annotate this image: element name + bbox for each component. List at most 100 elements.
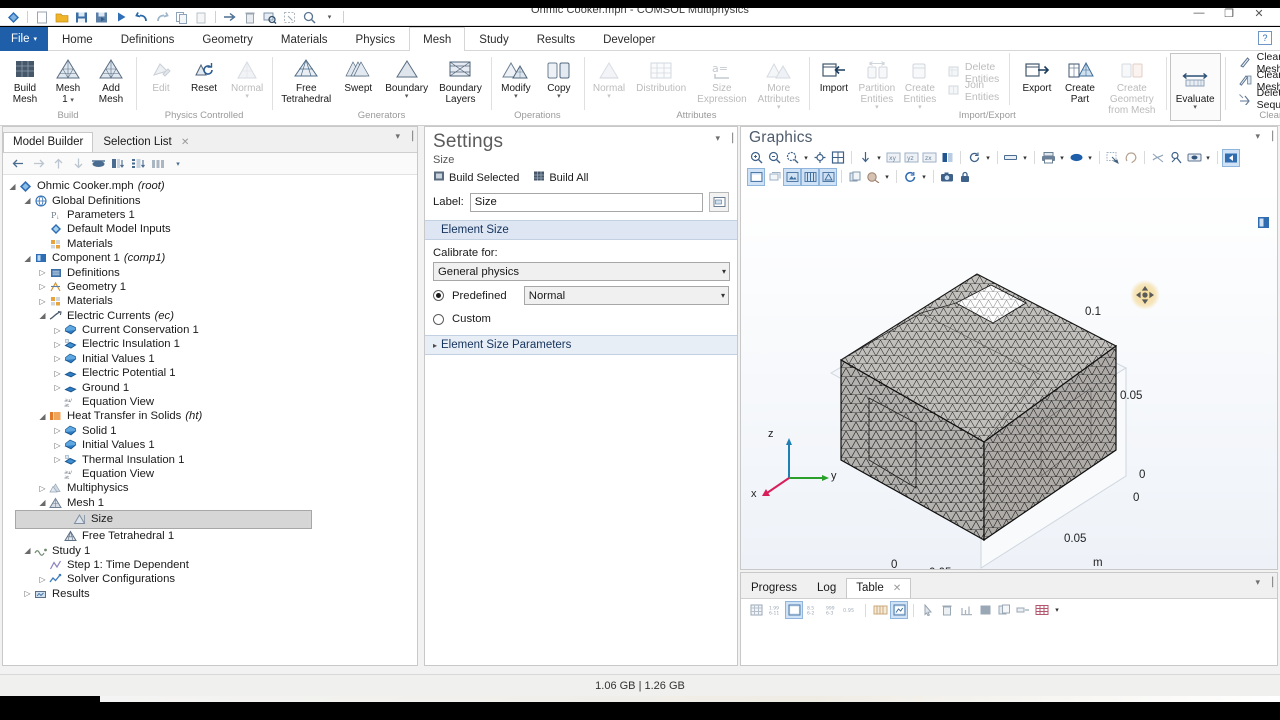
node-options-icon[interactable] [149,155,167,173]
tree-node[interactable]: ▷ Solid 1 [7,424,417,438]
view-unhidden-icon[interactable] [1167,149,1185,167]
table-columns-icon[interactable] [871,601,889,619]
tree-node[interactable]: ◢ Electric Currents (ec) [7,309,417,323]
close-icon[interactable]: ✕ [893,583,901,594]
twisty-closed-icon[interactable]: ▷ [52,369,63,378]
boundary-layers-button[interactable]: Boundary Layers [434,53,487,105]
color-legend-icon[interactable] [1067,149,1085,167]
copy-mesh-caret-icon[interactable]: ▾ [557,93,561,100]
tab-study[interactable]: Study [465,27,522,51]
copy-mesh-button[interactable]: Copy ▾ [538,53,580,100]
open-icon[interactable] [52,9,71,26]
scene-light-caret-icon[interactable]: ▾ [1020,149,1030,167]
tab-materials[interactable]: Materials [267,27,342,51]
evaluate-button[interactable]: Evaluate ▾ [1169,53,1221,121]
tree-node[interactable]: Free Tetrahedral 1 [7,529,417,543]
pin-icon[interactable]: ▕ [406,131,413,142]
tree-node[interactable]: ◢ Component 1 (comp1) [7,251,417,265]
twisty-closed-icon[interactable]: ▷ [52,326,63,335]
print-icon[interactable] [1039,149,1057,167]
table-exponent-icon[interactable]: 1.99 6-11 [766,601,784,619]
twisty-closed-icon[interactable]: ▷ [37,268,48,277]
tree-node[interactable]: ◢ Global Definitions [7,193,417,207]
transparency-icon[interactable] [1185,149,1203,167]
boundary-button[interactable]: Boundary ▾ [380,53,433,100]
predefined-select[interactable]: Normal ▾ [523,286,729,305]
go-to-default-view-icon[interactable] [856,149,874,167]
twisty-closed-icon[interactable]: ▷ [37,575,48,584]
tree-node[interactable]: Pi Parameters 1 [7,208,417,222]
tab-home[interactable]: Home [48,27,107,51]
color-legend-caret-icon[interactable]: ▾ [1085,149,1095,167]
tree-node[interactable]: ◢ Ohmic Cooker.mph (root) [7,179,417,193]
twisty-closed-icon[interactable]: ▷ [52,441,63,450]
twisty-closed-icon[interactable]: ▷ [37,484,48,493]
custom-radio[interactable] [433,313,444,325]
tree-node[interactable]: ◢ Study 1 [7,543,417,557]
tree-node[interactable]: Size [15,509,312,529]
tree-node[interactable]: ▷ Initial Values 1 [7,438,417,452]
mesh-1-caret-icon[interactable]: ▾ [70,97,74,104]
hide-geometry-icon[interactable] [1149,149,1167,167]
tree-node[interactable]: ▷ Multiphysics [7,481,417,495]
zoom-to-selection-icon[interactable] [829,149,847,167]
zoom-in-icon[interactable] [747,149,765,167]
orthographic-projection-icon[interactable] [965,149,983,167]
refresh-caret-icon[interactable]: ▾ [919,168,929,186]
delete-sequence-button[interactable]: Delete Sequence [1233,87,1280,111]
twisty-open-icon[interactable]: ◢ [7,182,18,191]
forward-icon[interactable] [29,155,47,173]
build-all-button[interactable]: Build All [533,170,588,185]
tree-node[interactable]: ∂u/∂t Equation View [7,395,417,409]
close-icon[interactable]: ✕ [181,137,189,148]
zoom-animate-caret-icon[interactable]: ▾ [882,168,892,186]
customize-caret-icon[interactable]: ▾ [320,9,339,26]
table-select-icon[interactable] [919,601,937,619]
tree-node[interactable]: ▷ Electric Insulation 1 [7,337,417,351]
new-icon[interactable] [32,9,51,26]
tree-node[interactable]: ▷ Geometry 1 [7,280,417,294]
paste-icon[interactable] [192,9,211,26]
select-box-icon[interactable] [1104,149,1122,167]
tree-node[interactable]: Materials [7,237,417,251]
select-box-icon[interactable] [280,9,299,26]
twisty-closed-icon[interactable]: ▷ [37,282,48,291]
rename-icon[interactable] [709,192,729,212]
table-graph-icon[interactable] [890,601,908,619]
twisty-closed-icon[interactable]: ▷ [52,354,63,363]
tree-node[interactable]: ▷ Solver Configurations [7,572,417,586]
back-icon[interactable] [9,155,27,173]
tree-node[interactable]: Default Model Inputs [7,222,417,236]
swept-button[interactable]: Swept [337,53,379,94]
twisty-open-icon[interactable]: ◢ [37,498,48,507]
zoom-box-caret-icon[interactable]: ▾ [801,149,811,167]
move-down-icon[interactable] [69,155,87,173]
predefined-radio[interactable] [433,290,444,301]
tab-definitions[interactable]: Definitions [107,27,189,51]
compute-icon[interactable] [112,9,131,26]
table-engineering-icon[interactable]: 8.5 6-2 [804,601,822,619]
pin-icon[interactable]: ▕ [726,133,733,144]
go-to-yz-view-icon[interactable]: yz [902,149,920,167]
twisty-closed-icon[interactable]: ▷ [37,297,48,306]
tree-node[interactable]: ▷ Thermal Insulation 1 [7,452,417,466]
table-add-icon[interactable] [1033,601,1051,619]
tree-node[interactable]: ▷ Definitions [7,265,417,279]
mesh-render-icon[interactable] [819,167,837,186]
tab-developer[interactable]: Developer [589,27,669,51]
undo-icon[interactable] [132,9,151,26]
plot-data-icon[interactable] [801,167,819,186]
table-delete-icon[interactable] [938,601,956,619]
chevron-down-icon[interactable]: ▾ [1256,131,1261,142]
element-size-parameters-header[interactable]: ▸ Element Size Parameters [425,335,737,355]
table-fill-icon[interactable] [976,601,994,619]
build-selected-button[interactable]: Build Selected [433,170,519,185]
table-scientific-icon[interactable]: 999 6-3 [823,601,841,619]
free-tetrahedral-button[interactable]: Free Tetrahedral [276,53,336,105]
build-mesh-button[interactable]: Build Mesh [4,53,46,105]
evaluate-caret-icon[interactable]: ▾ [1193,104,1197,111]
save-icon[interactable] [72,9,91,26]
create-part-button[interactable]: Create Part [1059,53,1101,105]
pin-icon[interactable]: ▕ [1266,131,1273,142]
node-options-caret-icon[interactable]: ▾ [169,155,187,173]
